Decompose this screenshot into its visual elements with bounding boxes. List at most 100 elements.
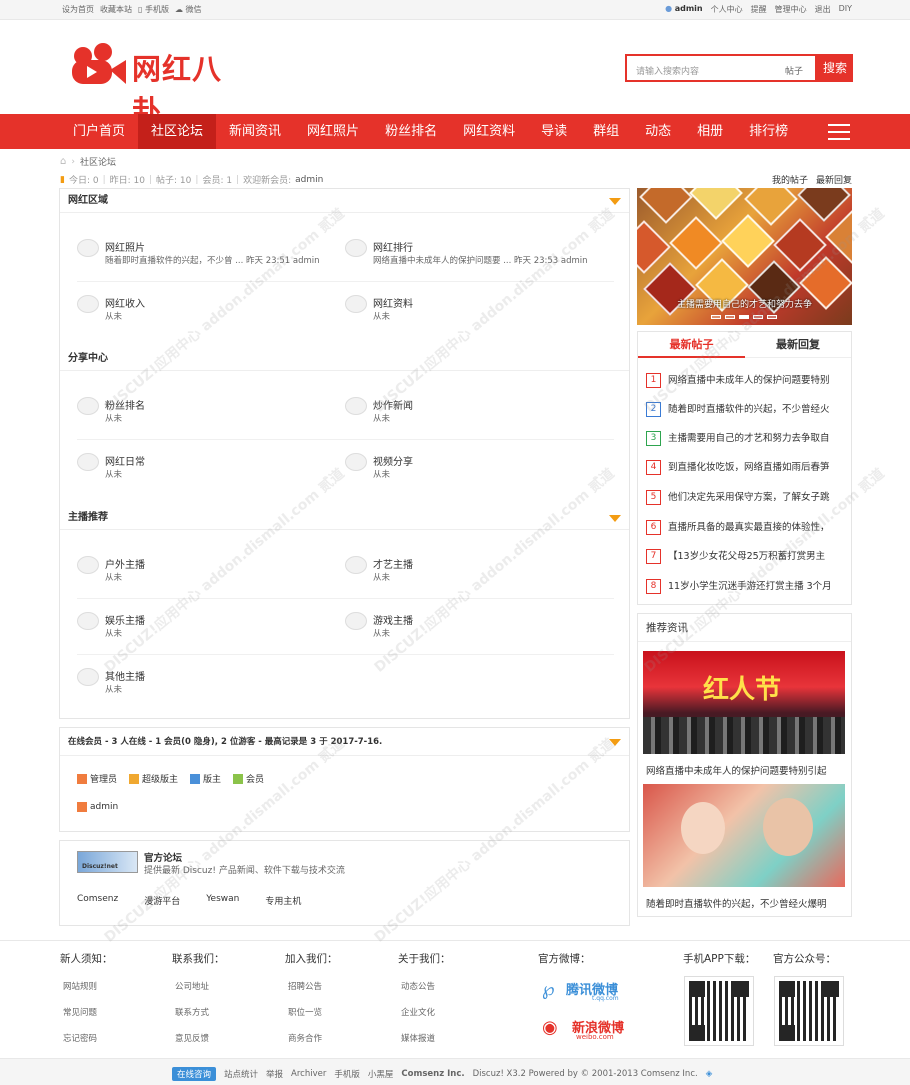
report-link[interactable]: 举报 [266, 1068, 283, 1080]
footer-link[interactable]: 意见反馈 [175, 1032, 225, 1044]
collapse-icon[interactable] [609, 515, 621, 522]
breadcrumb-current[interactable]: 社区论坛 [80, 155, 116, 168]
nav-item-forum[interactable]: 社区论坛 [138, 114, 217, 149]
partner-link[interactable]: 漫游平台 [144, 894, 180, 907]
admin-center-link[interactable]: 管理中心 [775, 4, 807, 15]
forum-item[interactable]: 网红资料 从未 [345, 289, 605, 329]
section-header[interactable]: 主播推荐 [60, 506, 629, 530]
forum-item[interactable]: 粉丝排名 从未 [77, 391, 337, 431]
news-caption[interactable]: 随着即时直播软件的兴起，不少曾经火爆明 [646, 896, 827, 910]
slide-dot[interactable] [753, 315, 763, 319]
bookmark-link[interactable]: 收藏本站 [100, 4, 132, 15]
forum-item[interactable]: 网红收入 从未 [77, 289, 337, 329]
profile-menu[interactable]: 个人中心 [711, 4, 743, 15]
footer-link[interactable]: 职位一览 [288, 1006, 338, 1018]
nav-item-feed[interactable]: 动态 [632, 114, 684, 149]
footer-link[interactable]: 联系方式 [175, 1006, 225, 1018]
footer-link[interactable]: 媒体报道 [401, 1032, 451, 1044]
mobile-version-link[interactable]: 手机版 [334, 1068, 360, 1080]
forum-name[interactable]: 网红照片 [105, 239, 145, 254]
partner-link[interactable]: Yeswan [206, 894, 239, 907]
forum-item[interactable]: 娱乐主播 从未 [77, 606, 337, 646]
site-logo[interactable]: 网红八卦 [70, 40, 250, 128]
stat-welcome-user[interactable]: admin [295, 175, 323, 185]
forum-item[interactable]: 游戏主播 从未 [345, 606, 605, 646]
collapse-icon[interactable] [609, 198, 621, 205]
search-type-select[interactable]: 帖子 [785, 64, 803, 77]
post-rank-item[interactable]: 8 11岁小学生沉迷手游还打赏主播 3个月 [646, 578, 846, 596]
post-rank-item[interactable]: 5 他们决定先采用保守方案，了解女子跳 [646, 489, 846, 507]
forum-name[interactable]: 炒作新闻 [373, 397, 413, 412]
forum-last-post[interactable]: 随着即时直播软件的兴起，不少曾 ... 昨天 23:51 admin [105, 254, 320, 266]
forum-item[interactable]: 才艺主播 从未 [345, 550, 605, 590]
online-user[interactable]: admin [77, 802, 118, 812]
forum-name[interactable]: 网红资料 [373, 295, 413, 310]
my-posts-link[interactable]: 我的帖子 [772, 173, 808, 186]
notify-menu[interactable]: 提醒 [751, 4, 767, 15]
set-homepage-link[interactable]: 设为首页 [62, 4, 94, 15]
forum-name[interactable]: 其他主播 [105, 668, 145, 683]
post-rank-item[interactable]: 1 网络直播中未成年人的保护问题要特别 [646, 372, 846, 390]
nav-item-ranking[interactable]: 排行榜 [736, 114, 801, 149]
forum-name[interactable]: 粉丝排名 [105, 397, 145, 412]
discuz-logo[interactable]: Discuz!net [77, 851, 138, 873]
nav-item-guide[interactable]: 导读 [528, 114, 580, 149]
news-image[interactable]: 红人节 [643, 651, 845, 754]
post-rank-item[interactable]: 7 【13岁少女花父母25万积蓄打赏男主 [646, 548, 846, 566]
collapse-icon[interactable] [609, 739, 621, 746]
footer-link[interactable]: 网站规则 [63, 980, 113, 992]
slide-dot[interactable] [739, 315, 749, 319]
slide-dot[interactable] [725, 315, 735, 319]
footer-link[interactable]: 动态公告 [401, 980, 451, 992]
section-header[interactable]: 分享中心 [60, 347, 629, 371]
partner-link[interactable]: Comsenz [77, 894, 118, 907]
search-input[interactable]: 请输入搜索内容 帖子 [625, 54, 817, 82]
footer-link[interactable]: 商务合作 [288, 1032, 338, 1044]
footer-link[interactable]: 忘记密码 [63, 1032, 113, 1044]
menu-icon[interactable] [828, 124, 850, 140]
post-rank-item[interactable]: 2 随着即时直播软件的兴起，不少曾经火 [646, 401, 846, 419]
forum-name[interactable]: 户外主播 [105, 556, 145, 571]
search-button[interactable]: 搜索 [817, 54, 853, 82]
nav-item-groups[interactable]: 群组 [580, 114, 632, 149]
section-header[interactable]: 网红区域 [60, 189, 629, 213]
nav-item-profiles[interactable]: 网红资料 [450, 114, 528, 149]
footer-link[interactable]: 招聘公告 [288, 980, 338, 992]
forum-name[interactable]: 网红排行 [373, 239, 413, 254]
forum-item[interactable]: 网红日常 从未 [77, 447, 337, 487]
nav-item-fans[interactable]: 粉丝排名 [372, 114, 450, 149]
online-consult-button[interactable]: 在线咨询 [172, 1067, 217, 1081]
blacklist-link[interactable]: 小黑屋 [368, 1068, 394, 1080]
forum-name[interactable]: 游戏主播 [373, 612, 413, 627]
forum-name[interactable]: 网红收入 [105, 295, 145, 310]
forum-name[interactable]: 娱乐主播 [105, 612, 145, 627]
sina-weibo-link[interactable]: ◉ 新浪微博 weibo.com [542, 1015, 632, 1043]
nav-item-photos[interactable]: 网红照片 [294, 114, 372, 149]
forum-item[interactable]: 其他主播 从未 [77, 662, 337, 702]
slide-dot[interactable] [767, 315, 777, 319]
latest-replies-link[interactable]: 最新回复 [816, 173, 852, 186]
footer-link[interactable]: 企业文化 [401, 1006, 451, 1018]
forum-last-post[interactable]: 网络直播中未成年人的保护问题要 ... 昨天 23:53 admin [373, 254, 588, 266]
forum-name[interactable]: 才艺主播 [373, 556, 413, 571]
forum-item[interactable]: 炒作新闻 从未 [345, 391, 605, 431]
slide-dot[interactable] [711, 315, 721, 319]
user-link[interactable]: ● admin [665, 4, 702, 15]
forum-item[interactable]: 户外主播 从未 [77, 550, 337, 590]
partner-link[interactable]: 专用主机 [265, 894, 301, 907]
forum-item[interactable]: 网红照片 随着即时直播软件的兴起，不少曾 ... 昨天 23:51 admin [77, 233, 337, 273]
logout-link[interactable]: 退出 [815, 4, 831, 15]
news-image[interactable] [643, 784, 845, 887]
wechat-link[interactable]: ☁ 微信 [175, 4, 202, 15]
slideshow-banner[interactable]: 主播需要用自己的才艺和努力去争 [637, 188, 852, 325]
nav-item-album[interactable]: 相册 [684, 114, 736, 149]
footer-link[interactable]: 常见问题 [63, 1006, 113, 1018]
tab-latest-posts[interactable]: 最新帖子 [638, 332, 745, 358]
nav-item-portal[interactable]: 门户首页 [60, 114, 138, 149]
forum-name[interactable]: 视频分享 [373, 453, 413, 468]
stats-link[interactable]: 站点统计 [224, 1068, 258, 1080]
mobile-link[interactable]: ▯ 手机版 [138, 4, 169, 15]
forum-name[interactable]: 网红日常 [105, 453, 145, 468]
news-caption[interactable]: 网络直播中未成年人的保护问题要特别引起 [646, 763, 827, 777]
post-rank-item[interactable]: 6 直播所具备的最真实最直接的体验性， [646, 519, 846, 537]
